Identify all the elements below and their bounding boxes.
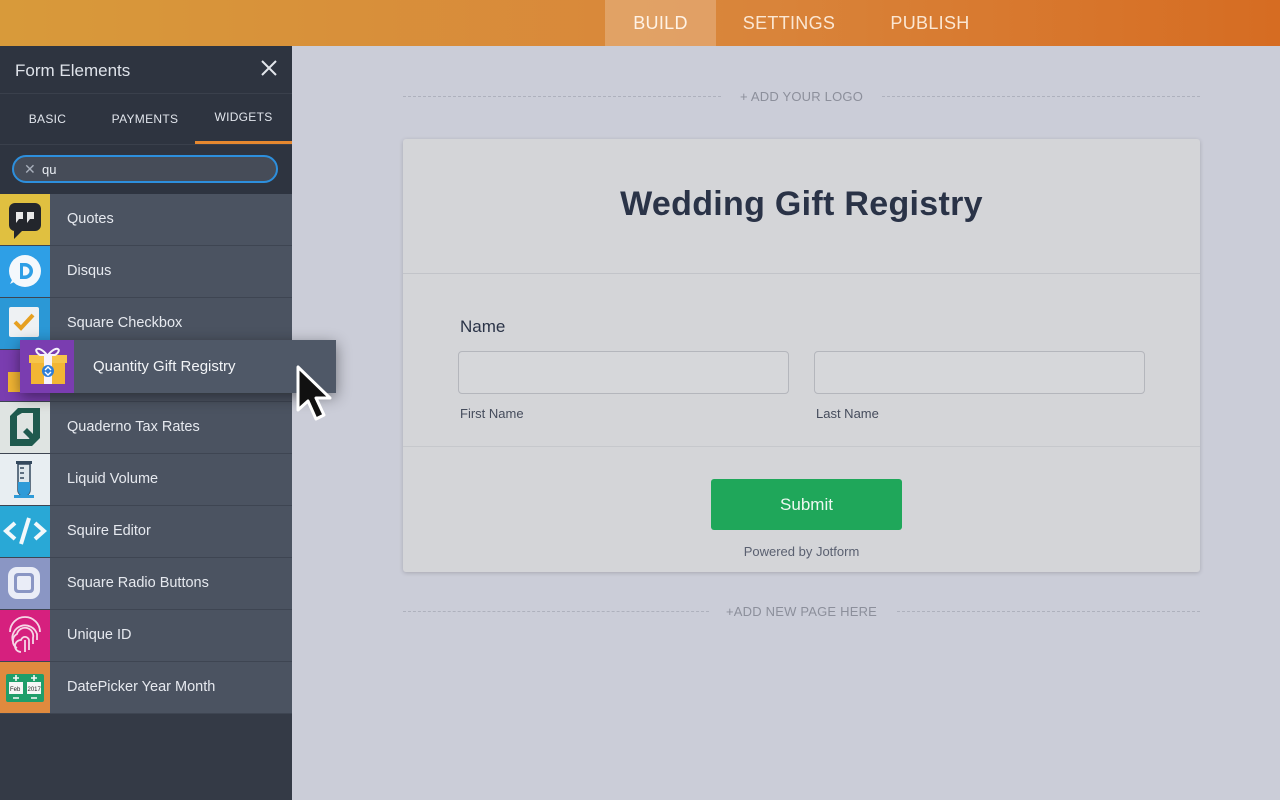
add-page-area[interactable]: +ADD NEW PAGE HERE xyxy=(403,602,1200,622)
quaderno-icon xyxy=(0,402,50,453)
svg-text:Feb: Feb xyxy=(10,687,21,693)
beaker-icon xyxy=(0,454,50,505)
widget-item-quotes[interactable]: Quotes xyxy=(0,194,292,246)
widget-item-disqus[interactable]: Disqus xyxy=(0,246,292,298)
divider xyxy=(403,446,1200,447)
add-logo-area[interactable]: + ADD YOUR LOGO xyxy=(403,87,1200,107)
widget-item-quaderno-tax-rates[interactable]: Quaderno Tax Rates xyxy=(0,402,292,454)
widget-label: Disqus xyxy=(67,263,112,279)
form-title[interactable]: Wedding Gift Registry xyxy=(403,185,1200,224)
mouse-cursor-icon xyxy=(296,365,332,421)
clear-search-icon[interactable]: ✕ xyxy=(24,161,36,178)
tab-settings[interactable]: SETTINGS xyxy=(716,0,862,46)
add-logo-link[interactable]: + ADD YOUR LOGO xyxy=(403,89,1200,104)
dragging-widget-label: Quantity Gift Registry xyxy=(93,358,236,375)
panel-title: Form Elements xyxy=(15,61,131,80)
widget-label: Unique ID xyxy=(67,627,132,643)
divider xyxy=(403,273,1200,274)
widget-item-datepicker-year-month[interactable]: Feb 2017 DatePicker Year Month xyxy=(0,662,292,714)
widget-label: Quaderno Tax Rates xyxy=(67,419,200,435)
widget-list: Quotes Disqus Square Checkbox Quant xyxy=(0,194,292,714)
panel-tabs: BASIC PAYMENTS WIDGETS xyxy=(0,93,292,144)
tab-build[interactable]: BUILD xyxy=(605,0,716,46)
search-box: ✕ xyxy=(12,155,278,183)
widget-item-square-radio-buttons[interactable]: Square Radio Buttons xyxy=(0,558,292,610)
widget-item-squire-editor[interactable]: Squire Editor xyxy=(0,506,292,558)
tab-widgets[interactable]: WIDGETS xyxy=(195,94,292,144)
widget-item-liquid-volume[interactable]: Liquid Volume xyxy=(0,454,292,506)
search-input[interactable] xyxy=(42,160,262,178)
tab-publish[interactable]: PUBLISH xyxy=(862,0,998,46)
first-name-field[interactable] xyxy=(458,351,789,394)
tab-payments[interactable]: PAYMENTS xyxy=(95,94,195,144)
name-label: Name xyxy=(460,317,506,336)
dragging-widget[interactable]: Quantity Gift Registry xyxy=(20,340,336,393)
radio-icon xyxy=(0,558,50,609)
widget-item-unique-id[interactable]: Unique ID xyxy=(0,610,292,662)
search-bar: ✕ xyxy=(0,144,292,194)
fingerprint-icon xyxy=(0,610,50,661)
datepicker-icon: Feb 2017 xyxy=(0,662,50,713)
top-bar: BUILD SETTINGS PUBLISH xyxy=(0,0,1280,46)
widget-label: Liquid Volume xyxy=(67,471,159,487)
gift-icon xyxy=(20,340,74,393)
widget-label: Squire Editor xyxy=(67,523,151,539)
disqus-icon xyxy=(0,246,50,297)
last-name-sublabel: Last Name xyxy=(816,406,879,421)
powered-by-text: Powered by Jotform xyxy=(743,544,860,559)
submit-button[interactable]: Submit xyxy=(711,479,902,530)
first-name-sublabel: First Name xyxy=(460,406,524,421)
svg-text:2017: 2017 xyxy=(28,687,42,693)
widget-label: DatePicker Year Month xyxy=(67,679,216,695)
quotes-icon xyxy=(0,194,50,245)
close-icon[interactable] xyxy=(260,59,278,77)
add-page-link[interactable]: +ADD NEW PAGE HERE xyxy=(403,604,1200,619)
code-icon xyxy=(0,506,50,557)
last-name-field[interactable] xyxy=(814,351,1145,394)
widget-label: Quotes xyxy=(67,211,114,227)
form-card: Wedding Gift Registry Name First Name La… xyxy=(403,139,1200,572)
widget-label: Square Radio Buttons xyxy=(67,575,209,591)
top-nav: BUILD SETTINGS PUBLISH xyxy=(605,0,998,46)
panel-header: Form Elements xyxy=(0,46,292,93)
tab-basic[interactable]: BASIC xyxy=(0,94,95,144)
